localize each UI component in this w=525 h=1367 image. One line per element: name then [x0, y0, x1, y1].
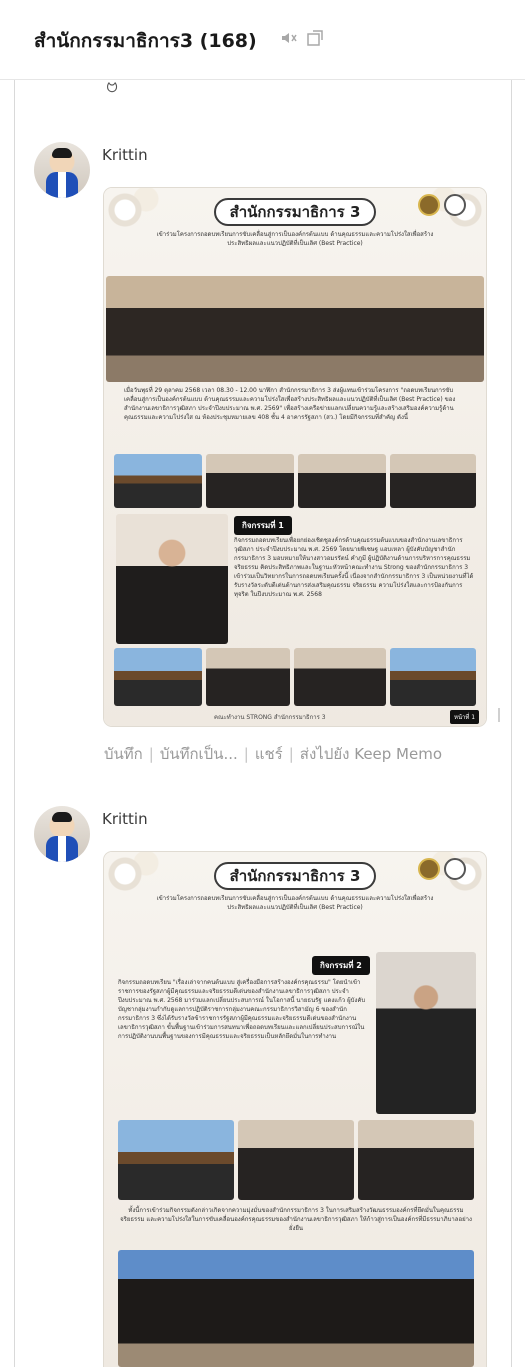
event-photo	[118, 1120, 234, 1200]
popout-window-icon[interactable]	[306, 29, 324, 47]
speaker-portrait	[116, 514, 228, 644]
event-photo	[298, 454, 386, 508]
speaker-muted-icon[interactable]	[280, 29, 298, 47]
keep-memo-action[interactable]: ส่งไปยัง Keep Memo	[300, 745, 442, 763]
chat-title: สำนักกรรมาธิการ3 (168)	[34, 30, 257, 52]
group-photo	[118, 1250, 474, 1367]
poster-activity-text: กิจกรรมถอดบทเรียนเพื่อยกย่องเชิดชูองค์กร…	[234, 537, 474, 598]
scroll-marker	[498, 708, 500, 722]
message-image-poster[interactable]: สำนักกรรมาธิการ 3 เข้าร่วมโครงการถอดบทเร…	[104, 852, 486, 1367]
save-as-action[interactable]: บันทึกเป็น...	[160, 745, 238, 763]
poster-closing-text: ทั้งนี้การเข้าร่วมกิจกรรมดังกล่าวเกิดจาก…	[120, 1207, 472, 1232]
strong-logo	[444, 194, 466, 216]
message-actions: บันทึก | บันทึกเป็น... | แชร์ | ส่งไปยัง Keep …	[104, 745, 443, 763]
parliament-logo	[418, 858, 440, 880]
message-author: Krittin	[102, 146, 148, 164]
message-image-poster[interactable]: สำนักกรรมาธิการ 3 เข้าร่วมโครงการถอดบทเร…	[104, 188, 486, 726]
chat-header: สำนักกรรมาธิการ3 (168)	[0, 0, 525, 80]
event-photo	[206, 454, 294, 508]
poster-subtitle: เข้าร่วมโครงการถอดบทเรียนการขับเคลื่อนสู…	[156, 231, 434, 247]
poster-title: สำนักกรรมาธิการ 3	[214, 862, 376, 890]
speaker-portrait	[376, 952, 476, 1114]
poster-footer: คณะทำงาน STRONG สำนักกรรมาธิการ 3	[214, 714, 326, 721]
avatar[interactable]	[34, 142, 90, 198]
activity-label: กิจกรรมที่ 1	[234, 516, 292, 535]
message-author: Krittin	[102, 810, 148, 828]
event-photo	[294, 648, 386, 706]
event-photo	[390, 648, 476, 706]
poster-subtitle: เข้าร่วมโครงการถอดบทเรียนการขับเคลื่อนสู…	[156, 895, 434, 911]
poster-title: สำนักกรรมาธิการ 3	[214, 198, 376, 226]
event-photo	[238, 1120, 354, 1200]
poster-activity-text: กิจกรรมถอดบทเรียน "เรื่องเล่าจากคนต้นแบบ…	[118, 979, 366, 1040]
event-photo	[114, 454, 202, 508]
event-photo	[358, 1120, 474, 1200]
save-action[interactable]: บันทึก	[104, 745, 143, 763]
group-photo	[106, 276, 484, 382]
poster-body-text: เมื่อวันพุธที่ 29 ตุลาคม 2568 เวลา 08.30…	[124, 387, 456, 421]
parliament-logo	[418, 194, 440, 216]
event-photo	[114, 648, 202, 706]
activity-label: กิจกรรมที่ 2	[312, 956, 370, 975]
share-action[interactable]: แชร์	[255, 745, 283, 763]
event-photo	[390, 454, 476, 508]
avatar[interactable]	[34, 806, 90, 862]
page-tag: หน้าที่ 1	[450, 710, 480, 724]
emoji-sticker-peek: ဗ	[106, 73, 119, 98]
event-photo	[206, 648, 290, 706]
strong-logo	[444, 858, 466, 880]
